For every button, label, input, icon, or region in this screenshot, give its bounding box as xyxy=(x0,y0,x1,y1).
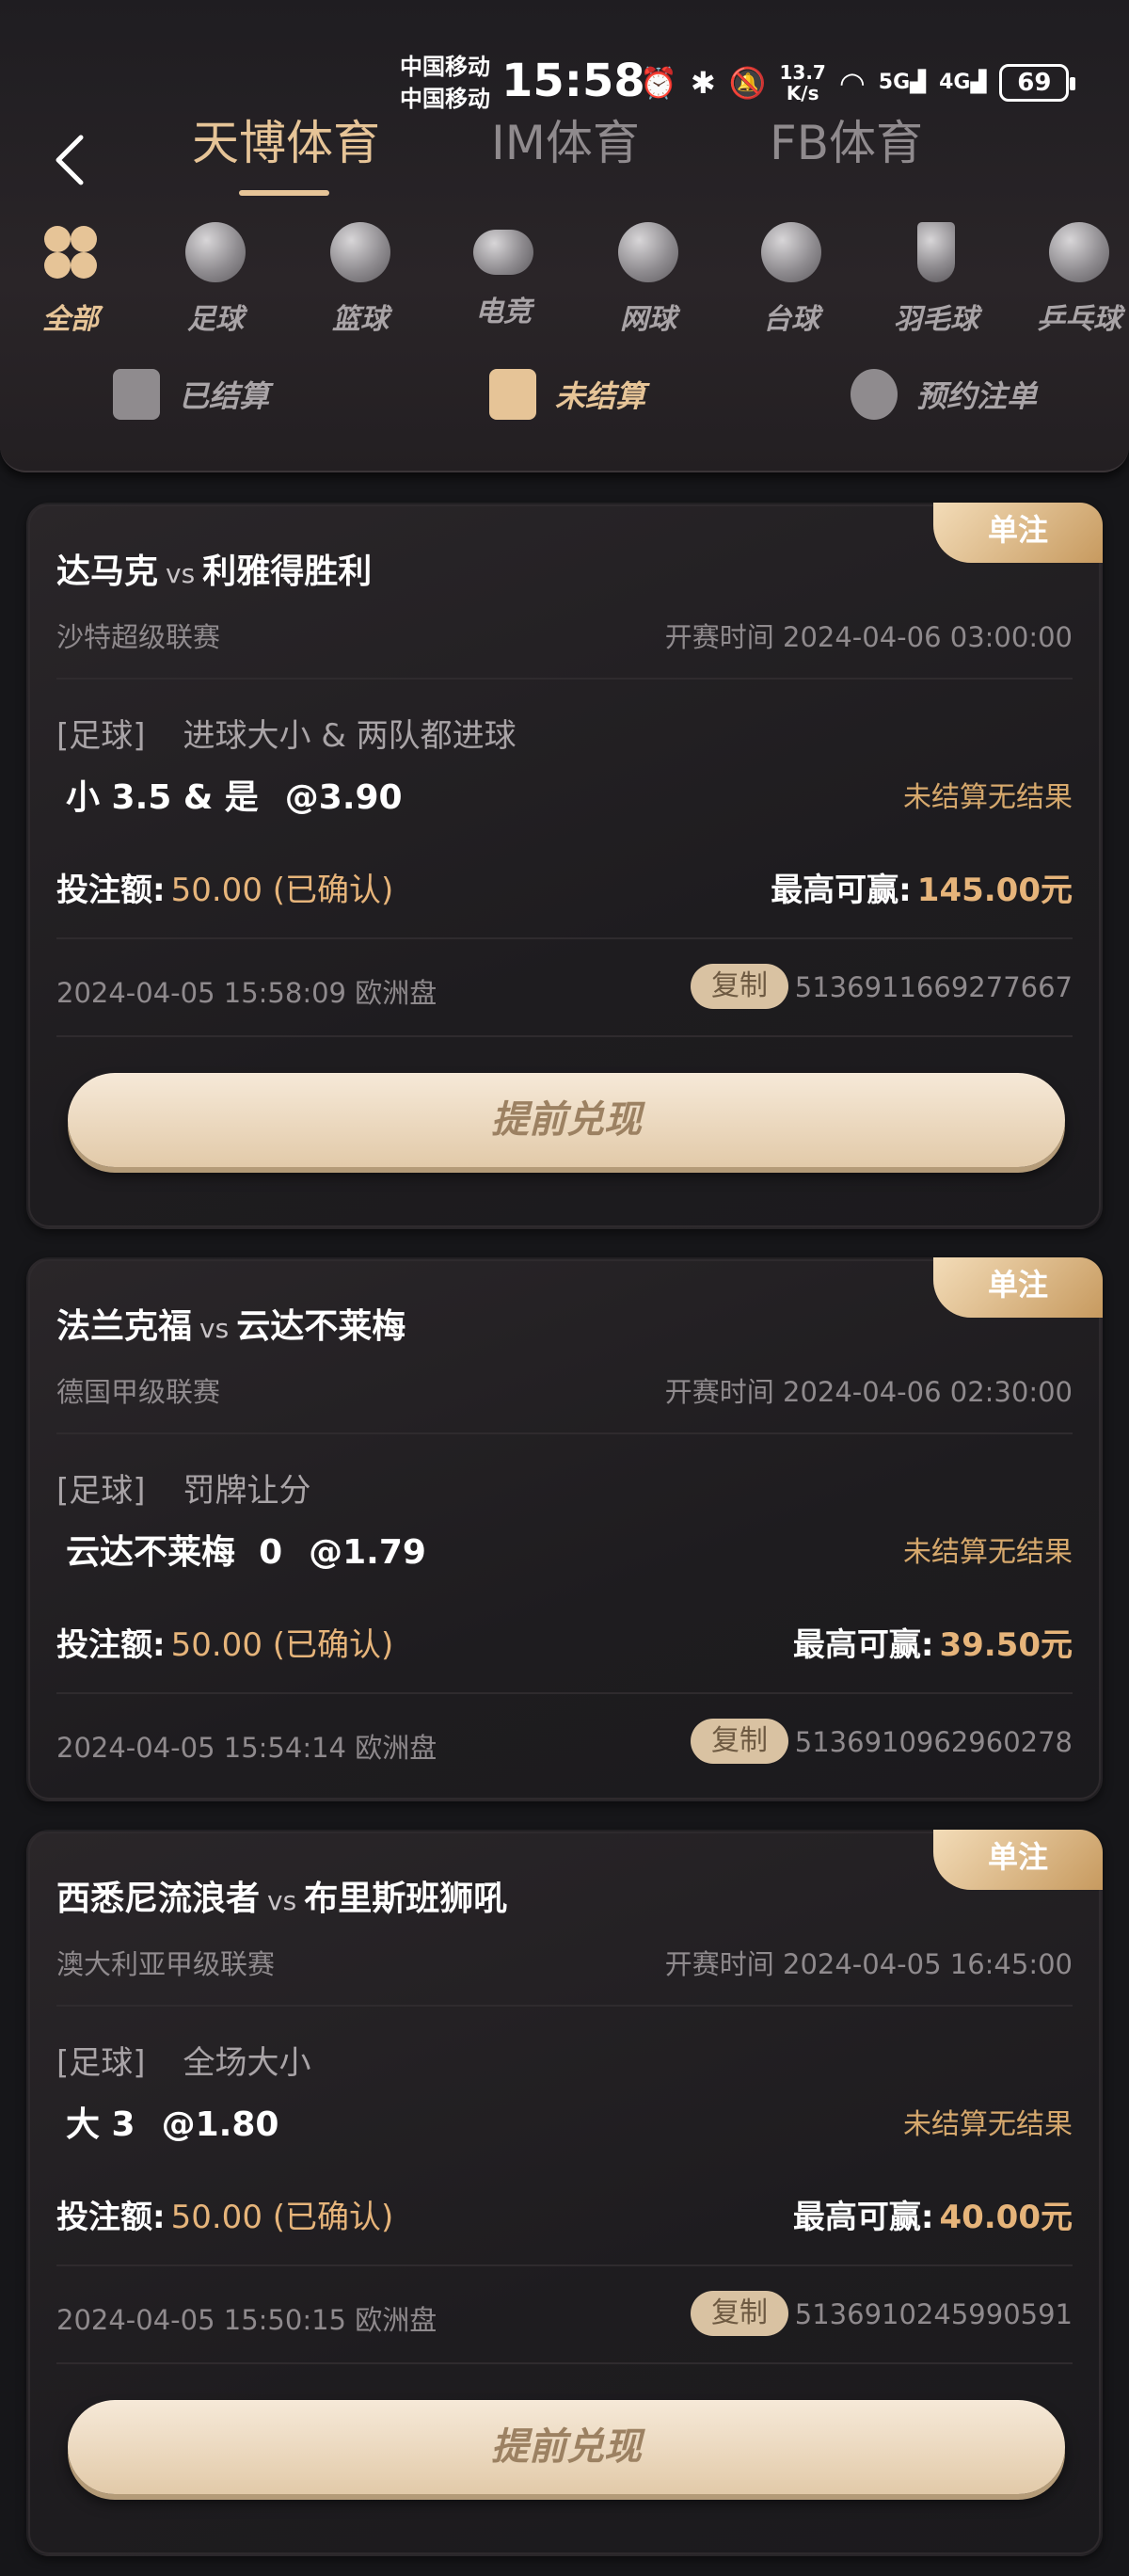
tab-fb[interactable]: FB体育 xyxy=(770,105,923,173)
divider xyxy=(56,2362,1073,2364)
market: [足球] 罚牌让分 xyxy=(56,1472,311,1510)
sport-all[interactable]: 全部 xyxy=(19,222,122,337)
battery-icon: 69 xyxy=(999,64,1076,102)
alarm-icon: ⏰ xyxy=(640,65,677,101)
status-icons: ⏰ ✱ 🔕 13.7 K/s ◠ 5G▟ 4G▟ 69 xyxy=(640,61,1076,104)
league-name: 澳大利亚甲级联赛 xyxy=(56,1948,276,1980)
signal-5g: 5G▟ xyxy=(878,71,927,94)
sport-esports[interactable]: 电竞 xyxy=(452,222,555,329)
away-team: 布里斯班狮吼 xyxy=(304,1880,508,1918)
bet-type-badge: 单注 xyxy=(933,1257,1103,1318)
order-number: 5136911669277667 xyxy=(794,971,1073,1003)
tab-underline xyxy=(239,190,329,196)
copy-button[interactable]: 复制 xyxy=(691,1719,788,1764)
carrier-labels: 中国移动 中国移动 xyxy=(400,51,490,115)
carrier-1: 中国移动 xyxy=(400,54,490,80)
result-status: 未结算无结果 xyxy=(903,2108,1073,2141)
bet-type-badge: 单注 xyxy=(933,1830,1103,1890)
all-icon xyxy=(40,222,101,282)
filter-settled[interactable]: 已结算 xyxy=(113,369,269,420)
sport-billiards[interactable]: 台球 xyxy=(739,222,843,337)
sport-basketball[interactable]: 篮球 xyxy=(309,222,412,337)
market: [足球] 全场大小 xyxy=(56,2044,311,2082)
match-title: 西悉尼流浪者 vs 布里斯班狮吼 xyxy=(56,1880,508,1918)
status-time: 15:58 xyxy=(501,55,645,107)
sport-badminton[interactable]: 羽毛球 xyxy=(884,222,988,337)
placed-time: 2024-04-05 15:50:15 欧洲盘 xyxy=(56,2304,437,2336)
divider xyxy=(56,2005,1073,2007)
divider xyxy=(56,937,1073,939)
filter-scheduled[interactable]: 预约注单 xyxy=(851,369,1037,420)
cashout-button[interactable]: 提前兑现 xyxy=(68,2400,1065,2494)
odds: @1.79 xyxy=(309,1533,426,1572)
wifi-icon: ◠ xyxy=(838,65,866,101)
copy-button[interactable]: 复制 xyxy=(691,2291,788,2336)
divider xyxy=(56,678,1073,680)
selection: 小 3.5 & 是 @3.90 xyxy=(66,778,403,817)
league-name: 德国甲级联赛 xyxy=(56,1376,221,1408)
odds: @1.80 xyxy=(161,2105,279,2144)
back-arrow-icon[interactable] xyxy=(51,132,88,188)
carrier-2: 中国移动 xyxy=(400,86,490,112)
stake: 投注额: 50.00 (已确认) xyxy=(56,2199,394,2236)
away-team: 云达不莱梅 xyxy=(236,1307,406,1346)
start-time: 开赛时间 2024-04-06 03:00:00 xyxy=(664,621,1073,653)
billiards-icon xyxy=(761,222,821,282)
divider xyxy=(56,2264,1073,2266)
sport-tennis[interactable]: 网球 xyxy=(596,222,700,337)
league-name: 沙特超级联赛 xyxy=(56,621,221,653)
match-title: 达马克 vs 利雅得胜利 xyxy=(56,552,373,591)
bet-type-badge: 单注 xyxy=(933,503,1103,563)
max-win: 最高可赢: 40.00元 xyxy=(792,2199,1073,2236)
divider xyxy=(56,1432,1073,1434)
order-number: 5136910962960278 xyxy=(794,1726,1073,1758)
unsettled-icon xyxy=(489,369,536,420)
market: [足球] 进球大小 & 两队都进球 xyxy=(56,717,517,755)
filter-unsettled[interactable]: 未结算 xyxy=(489,369,645,420)
odds: @3.90 xyxy=(284,778,403,817)
max-win: 最高可赢: 145.00元 xyxy=(771,872,1073,909)
placed-time: 2024-04-05 15:58:09 欧洲盘 xyxy=(56,977,437,1009)
tab-im[interactable]: IM体育 xyxy=(491,105,640,173)
bet-card: 单注 达马克 vs 利雅得胜利 沙特超级联赛 开赛时间 2024-04-06 03:… xyxy=(26,503,1103,1229)
pingpong-icon xyxy=(1049,222,1109,282)
gamepad-icon xyxy=(473,230,533,275)
tab-tianbo[interactable]: 天博体育 xyxy=(192,105,380,173)
stake: 投注额: 50.00 (已确认) xyxy=(56,872,394,909)
start-time: 开赛时间 2024-04-05 16:45:00 xyxy=(664,1948,1073,1980)
result-status: 未结算无结果 xyxy=(903,1536,1073,1569)
mute-icon: 🔕 xyxy=(728,65,767,101)
home-team: 达马克 xyxy=(56,552,159,591)
match-title: 法兰克福 vs 云达不莱梅 xyxy=(56,1307,406,1346)
settled-icon xyxy=(113,369,160,420)
start-time: 开赛时间 2024-04-06 02:30:00 xyxy=(664,1376,1073,1408)
selection: 大 3 @1.80 xyxy=(66,2105,279,2144)
placed-time: 2024-04-05 15:54:14 欧洲盘 xyxy=(56,1732,437,1764)
copy-button[interactable]: 复制 xyxy=(691,964,788,1009)
order-number: 5136910245990591 xyxy=(794,2298,1073,2330)
net-speed: 13.7 K/s xyxy=(779,61,826,104)
sport-football[interactable]: 足球 xyxy=(164,222,267,337)
max-win: 最高可赢: 39.50元 xyxy=(792,1626,1073,1664)
signal-4g: 4G▟ xyxy=(939,71,987,94)
basketball-icon xyxy=(330,222,390,282)
home-team: 法兰克福 xyxy=(56,1307,193,1346)
bluetooth-icon: ✱ xyxy=(690,65,716,101)
selection: 云达不莱梅 0 @1.79 xyxy=(66,1533,426,1572)
away-team: 利雅得胜利 xyxy=(202,552,373,591)
football-icon xyxy=(185,222,246,282)
header-panel: 中国移动 中国移动 15:58 ⏰ ✱ 🔕 13.7 K/s ◠ 5G▟ 4G▟… xyxy=(0,0,1129,472)
result-status: 未结算无结果 xyxy=(903,781,1073,814)
badminton-icon xyxy=(917,222,955,282)
home-team: 西悉尼流浪者 xyxy=(56,1880,261,1918)
cashout-button[interactable]: 提前兑现 xyxy=(68,1073,1065,1167)
divider xyxy=(56,1692,1073,1694)
sport-pingpong[interactable]: 乒乓球 xyxy=(1027,222,1129,337)
bet-card: 单注 西悉尼流浪者 vs 布里斯班狮吼 澳大利亚甲级联赛 开赛时间 2024-04-… xyxy=(26,1830,1103,2556)
stake: 投注额: 50.00 (已确认) xyxy=(56,1626,394,1664)
alarm-clock-icon xyxy=(851,369,898,420)
tennis-icon xyxy=(618,222,678,282)
bet-card: 单注 法兰克福 vs 云达不莱梅 德国甲级联赛 开赛时间 2024-04-06 02… xyxy=(26,1257,1103,1801)
divider xyxy=(56,1035,1073,1037)
